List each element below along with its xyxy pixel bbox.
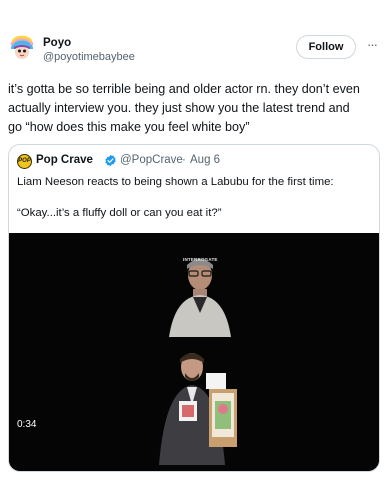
quote-text: Liam Neeson reacts to being shown a Labu…	[17, 176, 334, 188]
video-player[interactable]: INTERROGATE 0:34	[9, 233, 379, 471]
author-avatar[interactable]	[8, 34, 36, 62]
quote-text-quote: “Okay...it’s a fluffy doll or can you ea…	[17, 207, 222, 219]
verified-badge-icon	[105, 154, 116, 167]
video-frame	[9, 233, 379, 471]
author-name[interactable]: Poyo	[43, 37, 71, 49]
quote-author-handle[interactable]: @PopCrave	[120, 154, 183, 166]
tweet: Poyo @poyotimebaybee Follow ··· it’s got…	[0, 0, 384, 480]
tweet-text: it’s gotta be so terrible being and olde…	[8, 80, 380, 137]
quote-avatar[interactable]: POP	[17, 154, 32, 169]
quoted-tweet-card[interactable]: POP Pop Crave @PopCrave · Aug 6 Liam Nee…	[8, 144, 380, 472]
quote-avatar-text: POP	[18, 158, 31, 164]
quote-date[interactable]: Aug 6	[190, 154, 220, 166]
author-handle[interactable]: @poyotimebaybee	[43, 51, 135, 63]
tweet-text-line: it’s gotta be so terrible being and olde…	[8, 82, 360, 96]
quote-separator: ·	[182, 154, 186, 166]
quote-author-name[interactable]: Pop Crave	[36, 154, 93, 166]
more-dots-icon[interactable]: ···	[365, 38, 379, 52]
pride-cartoon-avatar-icon	[8, 34, 36, 62]
follow-button[interactable]: Follow	[296, 35, 356, 59]
tweet-text-line: go “how does this make you feel white bo…	[8, 120, 250, 134]
video-duration: 0:34	[17, 419, 37, 430]
video-overlay-text: INTERROGATE	[183, 257, 218, 262]
tweet-text-line: actually interview you. they just show y…	[8, 101, 350, 115]
